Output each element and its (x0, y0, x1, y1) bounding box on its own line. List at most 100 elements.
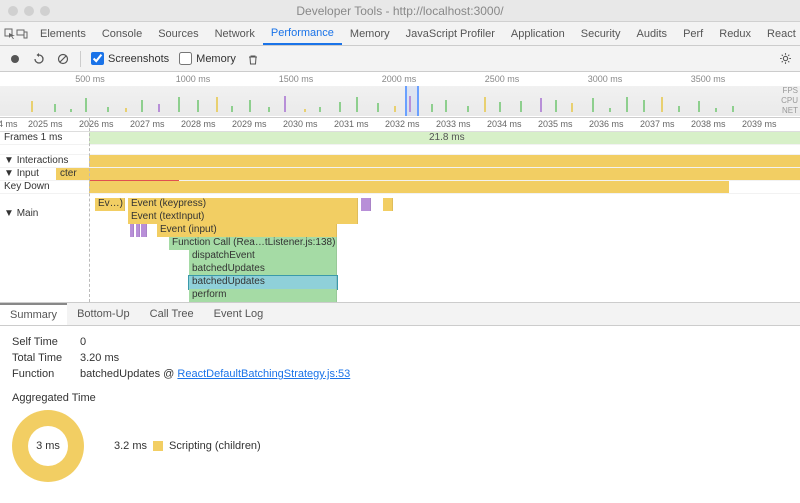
flame-event[interactable]: Ev…) (95, 198, 125, 211)
total-time-value: 3.20 ms (80, 352, 119, 364)
fps-label: FPS (781, 86, 798, 96)
frame-duration: 21.8 ms (429, 132, 465, 143)
overview-activity-bar (431, 104, 433, 112)
clear-icon[interactable] (56, 52, 70, 66)
flame-purple[interactable] (141, 224, 147, 237)
overview-activity-bar (715, 108, 717, 112)
overview-activity-bar (394, 106, 396, 112)
subtab-call-tree[interactable]: Call Tree (140, 303, 204, 325)
detail-tick: 2036 ms (589, 119, 624, 129)
record-icon[interactable] (8, 52, 22, 66)
tab-network[interactable]: Network (207, 22, 263, 45)
flame-purple[interactable] (136, 224, 140, 237)
detail-tick: 2025 ms (28, 119, 63, 129)
self-time-label: Self Time (12, 336, 72, 348)
tab-performance[interactable]: Performance (263, 22, 342, 45)
overview-activity-bar (409, 96, 411, 112)
screenshots-label: Screenshots (108, 53, 169, 65)
flame-purple[interactable] (361, 198, 371, 211)
tab-redux[interactable]: Redux (711, 22, 759, 45)
subtab-bottom-up[interactable]: Bottom-Up (67, 303, 140, 325)
interactions-label[interactable]: ▼ Interactions (4, 155, 68, 166)
function-source-link[interactable]: ReactDefaultBatchingStrategy.js:53 (177, 368, 350, 380)
donut-legend: 3.2 ms Scripting (children) (114, 440, 261, 452)
overview-activity-bar (484, 97, 486, 112)
detail-tick: 2037 ms (640, 119, 675, 129)
interactions-bar[interactable] (89, 155, 800, 167)
frames-row: Frames 1 ms 21.8 ms (0, 132, 800, 145)
overview-activity-bar (445, 100, 447, 112)
inspect-icon[interactable] (4, 22, 16, 45)
tab-sources[interactable]: Sources (150, 22, 206, 45)
overview-tick: 3500 ms (691, 74, 726, 84)
overview-activity-bar (107, 107, 109, 112)
memory-checkbox[interactable]: Memory (179, 52, 236, 65)
reload-icon[interactable] (32, 52, 46, 66)
detail-tick: 2028 ms (181, 119, 216, 129)
main-label[interactable]: ▼ Main (4, 208, 38, 219)
close-traffic-light[interactable] (8, 6, 18, 16)
flame-batched2-selected[interactable]: batchedUpdates (189, 276, 337, 289)
flame-chart[interactable]: Ev…) Event (keypress) Event (textInput) … (89, 198, 800, 302)
detail-tick: 2026 ms (79, 119, 114, 129)
traffic-lights (8, 6, 50, 16)
overview-activity-bar (284, 96, 286, 112)
detail-tick: 2029 ms (232, 119, 267, 129)
frame-bar[interactable]: 21.8 ms (89, 132, 800, 144)
function-name: batchedUpdates @ (80, 368, 177, 380)
tab-elements[interactable]: Elements (32, 22, 94, 45)
screenshots-checkbox[interactable]: Screenshots (91, 52, 169, 65)
subtab-summary[interactable]: Summary (0, 303, 67, 325)
overview-activity-bar (268, 107, 270, 112)
detail-tick: 2033 ms (436, 119, 471, 129)
summary-panel: Self Time0 Total Time3.20 ms Functionbat… (0, 326, 800, 490)
flame-dispatch[interactable]: dispatchEvent (189, 250, 337, 263)
keydown-bar[interactable] (89, 181, 729, 193)
tab-security[interactable]: Security (573, 22, 629, 45)
tab-application[interactable]: Application (503, 22, 573, 45)
tab-memory[interactable]: Memory (342, 22, 398, 45)
flame-keypress[interactable]: Event (keypress) (128, 198, 358, 211)
overview-tick: 500 ms (75, 74, 105, 84)
divider (80, 51, 81, 67)
flame-function-call[interactable]: Function Call (Rea…tListener.js:138) (169, 237, 337, 250)
detail-tick: 2039 ms (742, 119, 777, 129)
overview-tick: 3000 ms (588, 74, 623, 84)
overview-activity-bar (141, 100, 143, 112)
tab-javascript-profiler[interactable]: JavaScript Profiler (398, 22, 503, 45)
tab-console[interactable]: Console (94, 22, 150, 45)
tab-perf[interactable]: Perf (675, 22, 711, 45)
overview-activity-bar (85, 98, 87, 112)
overview-activity-bar (216, 97, 218, 112)
minimize-traffic-light[interactable] (24, 6, 34, 16)
flame-purple[interactable] (130, 224, 134, 237)
flame-small[interactable] (383, 198, 393, 211)
device-icon[interactable] (16, 22, 28, 45)
garbage-icon[interactable] (246, 52, 260, 66)
interactions-row: ▼ Interactions (0, 155, 800, 168)
subtab-event-log[interactable]: Event Log (204, 303, 274, 325)
flamechart-panel[interactable]: 4 ms2025 ms2026 ms2027 ms2028 ms2029 ms2… (0, 118, 800, 302)
overview-selection[interactable] (405, 86, 419, 116)
tab-react[interactable]: React (759, 22, 800, 45)
overview-activity-bar (678, 106, 680, 112)
input-bar[interactable]: cter (56, 168, 800, 180)
input-label[interactable]: ▼ Input (4, 168, 39, 179)
zoom-traffic-light[interactable] (40, 6, 50, 16)
timeline-overview[interactable]: 500 ms1000 ms1500 ms2000 ms2500 ms3000 m… (0, 72, 800, 118)
detail-tick: 2031 ms (334, 119, 369, 129)
function-label: Function (12, 368, 72, 380)
overview-activity-bar (31, 101, 33, 112)
flame-input[interactable]: Event (input) (157, 224, 337, 237)
tab-audits[interactable]: Audits (628, 22, 675, 45)
overview-activity-bar (125, 108, 127, 112)
time-donut-chart: 3 ms (12, 410, 84, 482)
legend-swatch (153, 441, 163, 451)
flame-batched1[interactable]: batchedUpdates (189, 263, 337, 276)
window-title: Developer Tools - http://localhost:3000/ (0, 4, 800, 18)
settings-gear-icon[interactable] (778, 52, 792, 66)
flame-textinput[interactable]: Event (textInput) (128, 211, 358, 224)
detail-tick: 2030 ms (283, 119, 318, 129)
flame-perform[interactable]: perform (189, 289, 337, 302)
keydown-row: Key Down (0, 181, 800, 194)
